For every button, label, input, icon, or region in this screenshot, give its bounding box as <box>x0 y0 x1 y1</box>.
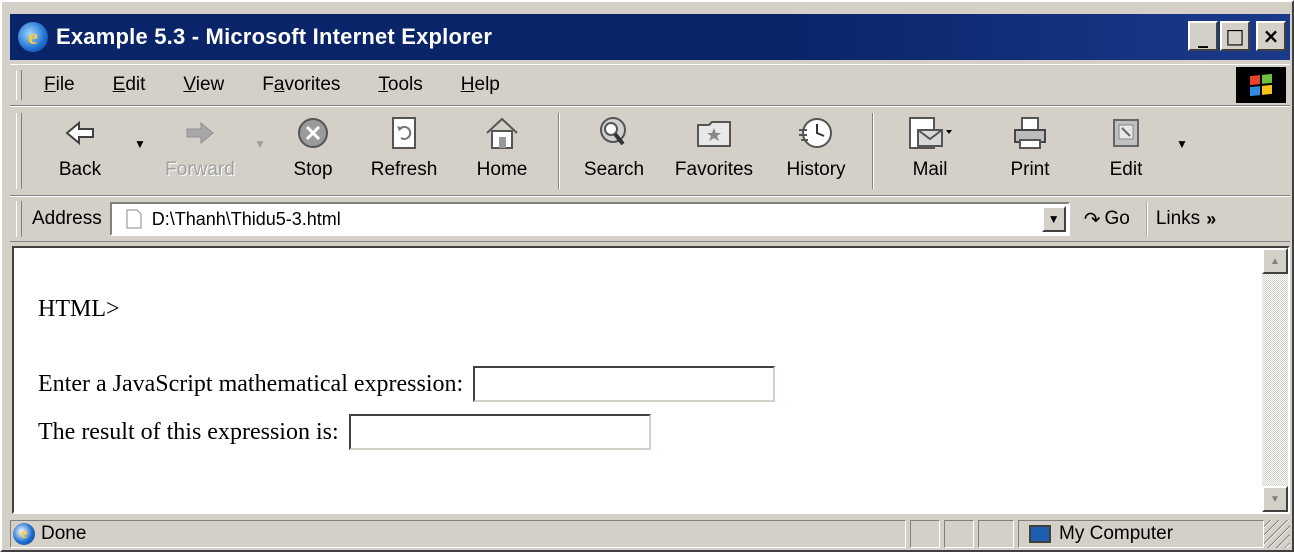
title-bar[interactable]: e Example 5.3 - Microsoft Internet Explo… <box>10 14 1290 60</box>
address-value: D:\Thanh\Thidu5-3.html <box>151 208 341 229</box>
menu-tools[interactable]: Tools <box>378 74 422 96</box>
expression-input[interactable] <box>473 366 776 402</box>
windows-logo-icon <box>1236 67 1286 103</box>
expression-row: Enter a JavaScript mathematical expressi… <box>38 366 776 402</box>
scroll-down-icon[interactable]: ▼ <box>1262 486 1288 512</box>
refresh-icon <box>389 115 419 151</box>
ie-page-icon: e <box>13 523 35 545</box>
menu-edit[interactable]: Edit <box>113 74 146 96</box>
status-text: Done <box>41 523 87 544</box>
minimize-button[interactable]: _ <box>1188 21 1218 51</box>
window-title: Example 5.3 - Microsoft Internet Explore… <box>56 24 493 49</box>
favorites-folder-icon <box>695 115 733 151</box>
back-button[interactable]: Back <box>32 107 128 191</box>
toolbar-grip[interactable] <box>16 113 22 189</box>
maximize-button[interactable]: □ <box>1220 21 1250 51</box>
favorites-button[interactable]: Favorites <box>660 107 768 191</box>
forward-button[interactable]: Forward <box>152 107 248 191</box>
close-icon: × <box>1262 24 1280 48</box>
home-icon <box>484 115 520 151</box>
edit-button[interactable]: Edit <box>1082 107 1170 191</box>
ie-logo-icon[interactable]: e <box>18 22 48 52</box>
mail-button[interactable]: Mail <box>882 107 978 191</box>
address-label: Address <box>32 208 102 229</box>
address-bar: Address D:\Thanh\Thidu5-3.html ▼ ↷ Go Li… <box>10 196 1290 242</box>
toolbar-separator <box>558 113 560 189</box>
search-button[interactable]: Search <box>568 107 660 191</box>
address-input[interactable]: D:\Thanh\Thidu5-3.html ▼ <box>109 202 1070 236</box>
back-arrow-icon <box>63 115 97 151</box>
menu-grip[interactable] <box>16 70 22 100</box>
window-controls: _ □ × <box>1188 21 1286 51</box>
stop-button[interactable]: Stop <box>272 107 354 191</box>
maximize-icon: □ <box>1225 24 1245 48</box>
forward-dropdown-icon[interactable]: ▼ <box>248 137 272 151</box>
mail-icon <box>908 115 952 151</box>
standard-toolbar: Back ▼ Forward ▼ Stop Refresh Home Searc… <box>10 106 1290 196</box>
address-grip[interactable] <box>16 201 22 237</box>
home-button[interactable]: Home <box>454 107 550 191</box>
menu-view[interactable]: View <box>183 74 224 96</box>
vertical-scrollbar[interactable]: ▲ ▼ <box>1262 248 1288 512</box>
result-row: The result of this expression is: <box>38 414 651 450</box>
go-button[interactable]: ↷ Go <box>1084 207 1130 232</box>
refresh-button[interactable]: Refresh <box>354 107 454 191</box>
search-icon <box>596 115 632 151</box>
links-button[interactable]: Links » <box>1145 202 1217 236</box>
menu-favorites[interactable]: Favorites <box>262 74 340 96</box>
page-viewport: HTML> Enter a JavaScript mathematical ex… <box>12 246 1290 514</box>
my-computer-icon <box>1029 525 1051 543</box>
security-zone[interactable]: My Computer <box>1018 520 1264 548</box>
zone-label: My Computer <box>1059 523 1174 544</box>
resize-grip-icon[interactable] <box>1264 520 1290 548</box>
edit-page-icon <box>1111 115 1141 151</box>
menu-help[interactable]: Help <box>461 74 500 96</box>
edit-dropdown-icon[interactable]: ▼ <box>1170 137 1194 151</box>
printer-icon <box>1012 115 1048 151</box>
go-arrow-icon: ↷ <box>1083 208 1101 231</box>
page-icon <box>126 209 142 229</box>
menu-file[interactable]: File <box>44 74 75 96</box>
page-content: HTML> Enter a JavaScript mathematical ex… <box>14 248 1262 512</box>
expression-label: Enter a JavaScript mathematical expressi… <box>38 370 464 397</box>
back-dropdown-icon[interactable]: ▼ <box>128 137 152 151</box>
status-pane <box>910 520 940 548</box>
toolbar-separator <box>872 113 874 189</box>
status-pane <box>944 520 974 548</box>
scroll-up-icon[interactable]: ▲ <box>1262 248 1288 274</box>
chevron-right-icon: » <box>1206 208 1217 229</box>
browser-window: e Example 5.3 - Microsoft Internet Explo… <box>0 0 1294 552</box>
status-main-pane: e Done <box>10 520 906 548</box>
status-pane <box>978 520 1014 548</box>
close-button[interactable]: × <box>1256 21 1286 51</box>
html-fragment-text: HTML> <box>38 296 120 322</box>
history-icon <box>797 115 835 151</box>
history-button[interactable]: History <box>768 107 864 191</box>
forward-arrow-icon <box>183 115 217 151</box>
print-button[interactable]: Print <box>978 107 1082 191</box>
result-label: The result of this expression is: <box>38 418 339 445</box>
status-bar: e Done My Computer <box>10 518 1290 550</box>
menu-bar: File Edit View Favorites Tools Help <box>10 64 1290 106</box>
stop-icon <box>296 115 330 151</box>
result-input[interactable] <box>348 414 651 450</box>
minimize-icon: _ <box>1198 24 1208 48</box>
address-dropdown-icon[interactable]: ▼ <box>1041 206 1066 232</box>
